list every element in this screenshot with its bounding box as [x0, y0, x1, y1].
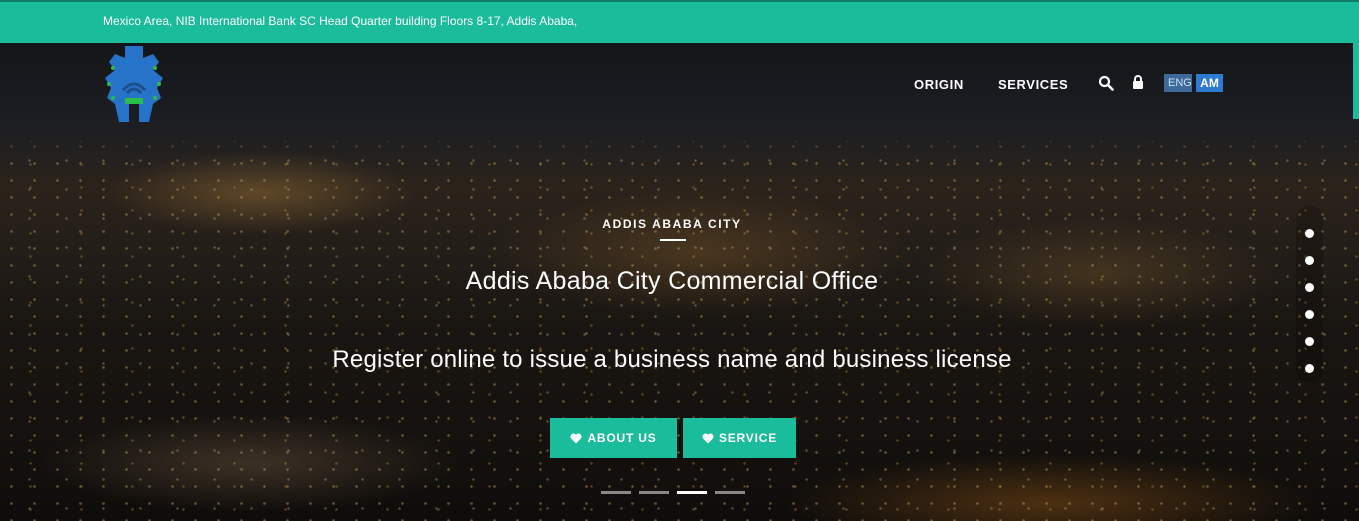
- slide-indicator-1[interactable]: [601, 491, 631, 494]
- section-dot-4[interactable]: [1305, 310, 1314, 319]
- search-icon[interactable]: [1098, 75, 1114, 91]
- section-dot-3[interactable]: [1305, 283, 1314, 292]
- section-dot-2[interactable]: [1305, 256, 1314, 265]
- section-dot-6[interactable]: [1305, 364, 1314, 373]
- nav-origin[interactable]: ORIGIN: [914, 77, 964, 92]
- eyebrow-divider: [660, 239, 686, 241]
- lock-icon[interactable]: [1132, 75, 1144, 89]
- section-dot-1[interactable]: [1305, 229, 1314, 238]
- hero-title: Addis Ababa City Commercial Office: [465, 267, 879, 295]
- about-us-button[interactable]: ABOUT US: [550, 418, 677, 458]
- section-dot-5[interactable]: [1305, 337, 1314, 346]
- heart-icon: [702, 432, 714, 443]
- hero-subtitle: Register online to issue a business name…: [332, 346, 1012, 373]
- about-us-label: ABOUT US: [587, 431, 657, 445]
- address-text: Mexico Area, NIB International Bank SC H…: [103, 14, 578, 28]
- service-label: SERVICE: [718, 431, 778, 445]
- city-gate-logo[interactable]: [103, 44, 165, 124]
- scroll-accent: [1353, 43, 1359, 119]
- nav-services[interactable]: SERVICES: [998, 77, 1068, 92]
- hero-eyebrow: ADDIS ABABA CITY: [602, 217, 742, 231]
- lang-eng-button[interactable]: ENG: [1164, 74, 1192, 92]
- slide-indicator-3[interactable]: [677, 491, 707, 494]
- lang-am-button[interactable]: AM: [1196, 74, 1223, 92]
- service-button[interactable]: SERVICE: [683, 418, 796, 458]
- top-info-bar: Mexico Area, NIB International Bank SC H…: [0, 0, 1359, 43]
- heart-icon: [570, 432, 582, 443]
- slide-indicator-4[interactable]: [715, 491, 745, 494]
- slide-indicator-2[interactable]: [639, 491, 669, 494]
